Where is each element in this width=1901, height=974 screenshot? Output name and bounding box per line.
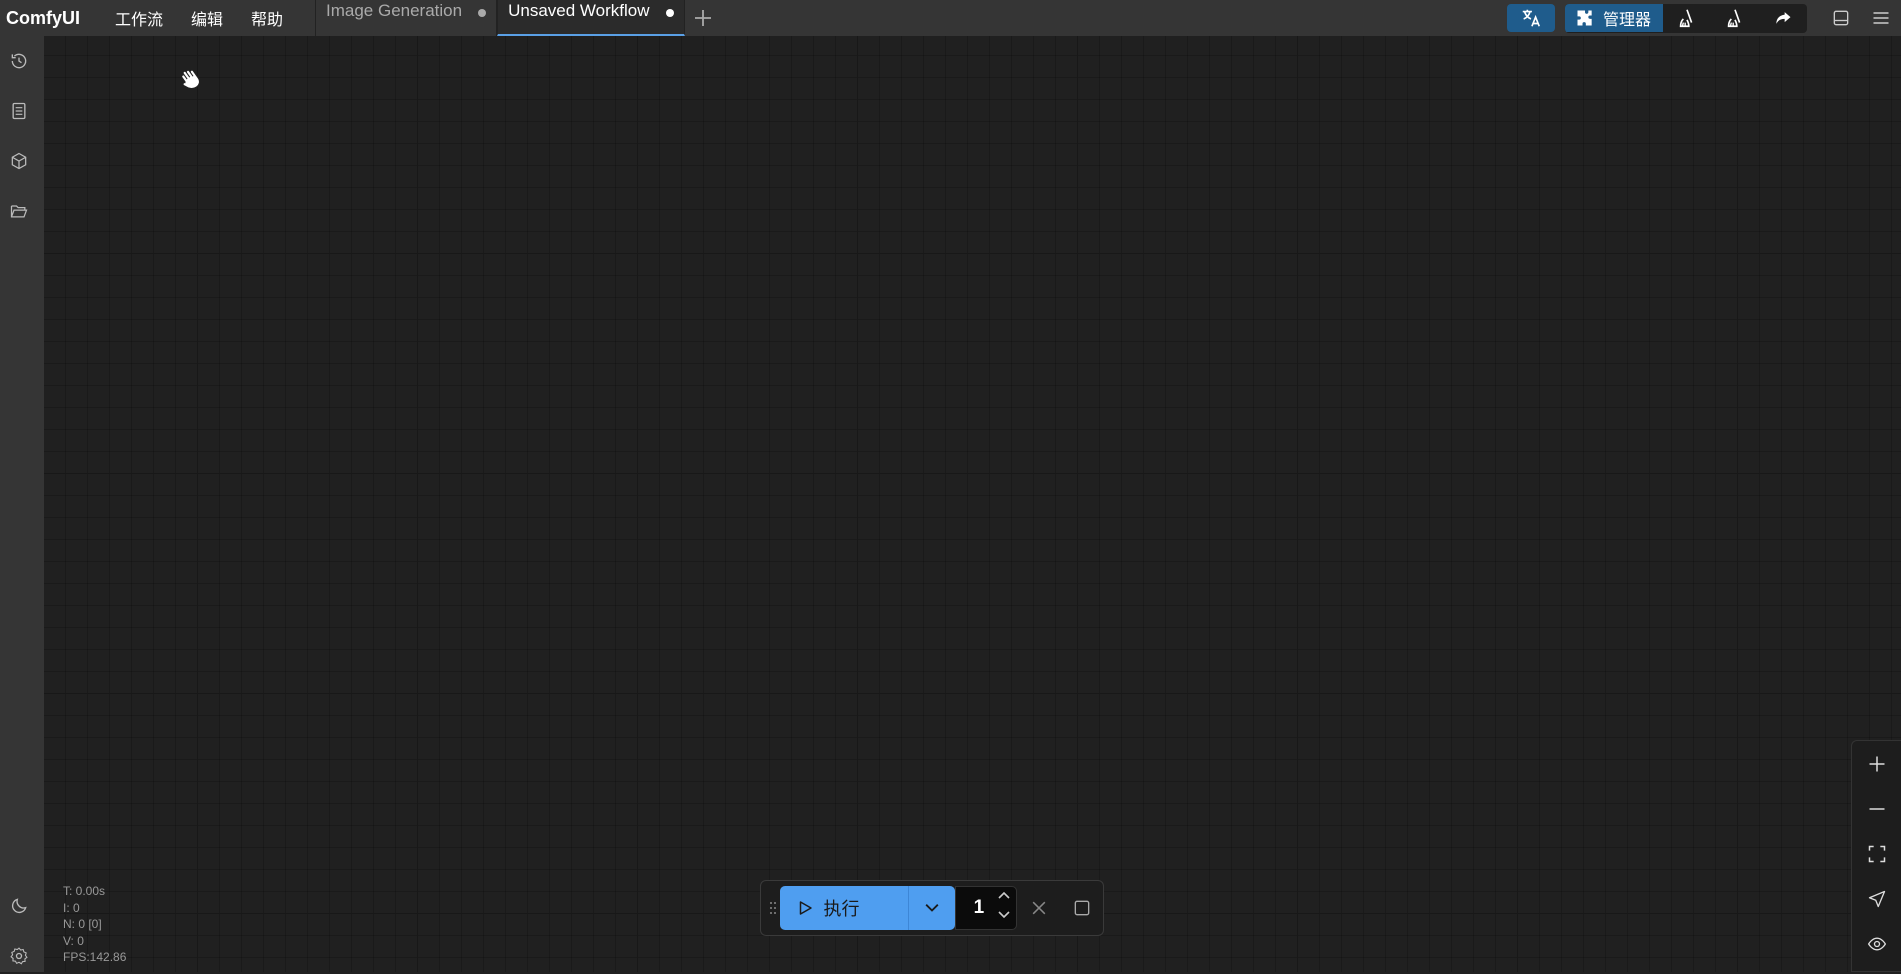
stat-v: V: 0: [63, 933, 84, 948]
tab-label: Image Generation: [326, 1, 463, 20]
canvas-zoom-controls: [1851, 740, 1901, 972]
toggle-links-button[interactable]: [1852, 921, 1901, 966]
clear-queue-button[interactable]: [1060, 886, 1103, 930]
menu-workflow[interactable]: 工作流: [101, 6, 177, 30]
zoom-out-button[interactable]: [1852, 786, 1901, 831]
stat-i: I: 0: [63, 900, 80, 915]
chevron-down-icon[interactable]: [996, 909, 1012, 921]
menu-edit[interactable]: 编辑: [177, 6, 237, 30]
menu-help[interactable]: 帮助: [237, 6, 297, 30]
share-arrow-icon: [1776, 11, 1791, 24]
tab-label: Unsaved Workflow: [508, 1, 650, 20]
hamburger-icon: [1873, 12, 1889, 24]
right-toolbar: 管理器: [1506, 0, 1901, 36]
main-menu: 工作流 编辑 帮助: [101, 0, 297, 36]
interrupt-button[interactable]: [1017, 886, 1060, 930]
queue-action-bar: 执行 1: [760, 880, 1104, 936]
tab-unsaved-workflow[interactable]: Unsaved Workflow: [497, 0, 685, 36]
zoom-in-button[interactable]: [1852, 741, 1901, 786]
batch-count-stepper: [996, 889, 1012, 921]
close-icon: [1032, 901, 1046, 915]
eye-icon: [1867, 936, 1886, 951]
workflow-tabs: Image Generation Unsaved Workflow: [315, 0, 721, 36]
moon-icon: [11, 898, 27, 914]
hamburger-menu-button[interactable]: [1861, 4, 1901, 32]
gear-icon: [10, 947, 28, 965]
fit-view-icon: [1868, 845, 1885, 862]
folder-open-icon: [10, 205, 28, 218]
locate-button[interactable]: [1852, 876, 1901, 921]
hand-cursor-icon: [178, 66, 204, 97]
plus-icon: [1869, 756, 1884, 771]
share-button[interactable]: [1759, 4, 1807, 32]
plus-icon: [694, 10, 711, 26]
unsaved-dot-icon[interactable]: [478, 9, 487, 17]
node-library-button[interactable]: [0, 93, 38, 129]
fit-view-button[interactable]: [1852, 831, 1901, 876]
new-tab-button[interactable]: [685, 0, 721, 36]
minus-icon: [1869, 807, 1884, 810]
history-icon: [11, 53, 27, 69]
workflows-button[interactable]: [0, 193, 38, 229]
document-icon: [12, 102, 26, 120]
drag-handle-icon[interactable]: [767, 888, 780, 928]
model-library-button[interactable]: [0, 143, 38, 179]
unload-models-button[interactable]: [1663, 4, 1711, 32]
batch-count-value: 1: [973, 897, 985, 918]
stat-fps: FPS:142.86: [63, 950, 127, 964]
play-icon: [799, 901, 812, 915]
top-bar: ComfyUI 工作流 编辑 帮助 Image Generation Unsav…: [0, 0, 1901, 36]
locate-icon: [1868, 890, 1885, 907]
batch-count-input[interactable]: 1: [954, 886, 1018, 930]
run-mode-dropdown[interactable]: [908, 886, 955, 930]
run-label: 执行: [823, 899, 860, 919]
manager-button[interactable]: 管理器: [1564, 3, 1663, 32]
stat-nodes: N: 0 [0]: [63, 917, 102, 931]
left-sidebar: [0, 36, 44, 972]
chevron-up-icon[interactable]: [996, 889, 1012, 901]
tab-image-generation[interactable]: Image Generation: [315, 0, 498, 36]
cube-icon: [11, 152, 27, 170]
puzzle-icon: [1577, 10, 1592, 25]
manager-label: 管理器: [1602, 11, 1651, 29]
stat-time: T: 0.00s: [63, 884, 106, 898]
settings-button[interactable]: [0, 938, 38, 974]
queue-history-button[interactable]: [0, 43, 38, 79]
panel-bottom-icon: [1833, 10, 1849, 26]
run-button[interactable]: 执行: [779, 886, 909, 930]
free-memory-button[interactable]: [1711, 4, 1759, 32]
broom-icon: [1679, 8, 1693, 27]
app-logo[interactable]: ComfyUI: [0, 8, 101, 29]
chevron-down-icon: [925, 904, 939, 912]
canvas-stats: T: 0.00s I: 0 N: 0 [0] V: 0 FPS:142.86: [63, 883, 126, 966]
stop-square-icon: [1074, 900, 1089, 916]
graph-canvas[interactable]: [44, 36, 1901, 972]
translate-button[interactable]: [1506, 4, 1555, 32]
toggle-bottom-panel-button[interactable]: [1821, 4, 1861, 32]
unsaved-dot-icon[interactable]: [665, 9, 674, 17]
broom-icon: [1727, 8, 1741, 27]
theme-toggle-button[interactable]: [0, 888, 38, 924]
manager-group: 管理器: [1564, 3, 1807, 33]
translate-icon: [1522, 9, 1541, 27]
